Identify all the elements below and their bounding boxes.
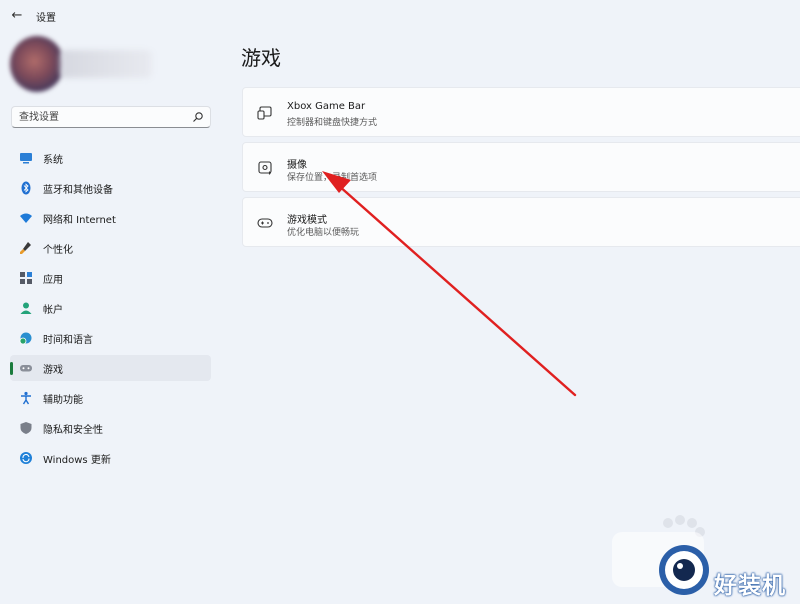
card-title: 游戏模式 xyxy=(287,215,327,226)
capture-icon xyxy=(258,161,272,175)
controller-icon xyxy=(257,218,273,228)
sidebar-item-windows-update[interactable]: Windows 更新 xyxy=(10,445,211,471)
watermark-text: 好装机 xyxy=(714,573,786,599)
monitor-icon xyxy=(20,153,32,164)
card-description: 保存位置，录制首选项 xyxy=(287,173,378,183)
sidebar-item-label: 辅助功能 xyxy=(43,394,83,406)
brush-icon xyxy=(20,242,31,254)
search-icon[interactable] xyxy=(192,111,204,123)
gamepad-icon xyxy=(20,365,32,372)
user-profile[interactable] xyxy=(10,36,152,92)
app-title: 设置 xyxy=(36,13,56,24)
sidebar-item-accessibility[interactable]: 辅助功能 xyxy=(10,385,211,411)
sidebar-item-network[interactable]: 网络和 Internet xyxy=(10,205,211,231)
search-box[interactable] xyxy=(11,106,211,128)
card-title: 摄像 xyxy=(287,160,307,171)
sidebar-item-label: 游戏 xyxy=(43,364,63,376)
sidebar-item-label: 系统 xyxy=(43,154,63,166)
card-description: 优化电脑以便畅玩 xyxy=(287,228,360,238)
sidebar-item-privacy[interactable]: 隐私和安全性 xyxy=(10,415,211,441)
accessibility-icon xyxy=(21,391,31,405)
sidebar-item-label: Windows 更新 xyxy=(43,454,111,466)
sidebar-item-label: 网络和 Internet xyxy=(43,214,116,226)
sidebar-nav: 系统 蓝牙和其他设备 网络和 Internet 个性化 应用 帐户 时间和语言 … xyxy=(10,145,211,475)
search-input[interactable] xyxy=(12,107,189,127)
bluetooth-icon xyxy=(21,181,31,195)
arrow-left-icon: ← xyxy=(11,8,23,23)
sidebar-item-accounts[interactable]: 帐户 xyxy=(10,295,211,321)
title-bar: ← 设置 xyxy=(0,0,800,32)
sidebar-item-label: 应用 xyxy=(43,274,63,286)
game-bar-icon xyxy=(257,106,272,120)
avatar xyxy=(10,36,64,92)
sidebar-item-label: 帐户 xyxy=(43,304,63,316)
update-icon xyxy=(20,452,32,464)
card-game-mode[interactable]: 游戏模式 优化电脑以便畅玩 xyxy=(242,197,800,247)
sidebar-item-gaming[interactable]: 游戏 xyxy=(10,355,211,381)
sidebar-item-label: 蓝牙和其他设备 xyxy=(43,184,113,196)
sidebar-item-label: 时间和语言 xyxy=(43,334,93,346)
sidebar-item-label: 隐私和安全性 xyxy=(43,424,103,436)
watermark-logo: 好装机 xyxy=(600,510,800,600)
sidebar-item-apps[interactable]: 应用 xyxy=(10,265,211,291)
sidebar-item-label: 个性化 xyxy=(43,244,73,256)
sidebar-item-system[interactable]: 系统 xyxy=(10,145,211,171)
profile-info-blurred xyxy=(60,50,152,78)
card-captures[interactable]: 摄像 保存位置，录制首选项 xyxy=(242,142,800,192)
back-button[interactable]: ← xyxy=(8,7,26,25)
sidebar-item-personalization[interactable]: 个性化 xyxy=(10,235,211,261)
card-xbox-game-bar[interactable]: Xbox Game Bar 控制器和键盘快捷方式 xyxy=(242,87,800,137)
card-description: 控制器和键盘快捷方式 xyxy=(287,118,378,128)
shield-icon xyxy=(20,422,32,434)
globe-clock-icon xyxy=(19,332,32,345)
apps-icon xyxy=(20,272,32,284)
wifi-icon xyxy=(20,213,32,223)
person-icon xyxy=(20,302,32,314)
sidebar-item-bluetooth[interactable]: 蓝牙和其他设备 xyxy=(10,175,211,201)
page-title: 游戏 xyxy=(241,46,281,70)
card-title: Xbox Game Bar xyxy=(287,101,366,112)
sidebar-item-time-language[interactable]: 时间和语言 xyxy=(10,325,211,351)
